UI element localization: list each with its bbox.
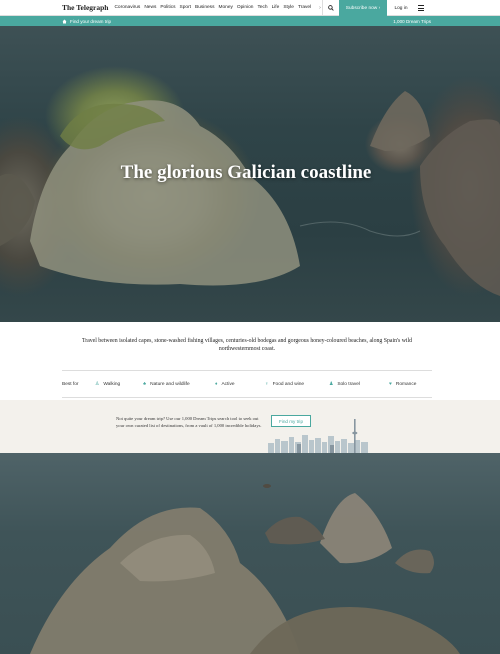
nav-link-tech[interactable]: Tech: [257, 5, 267, 11]
best-for-nature-label: Nature and wildlife: [150, 381, 190, 387]
city-skyline-illustration: [268, 419, 368, 453]
login-button[interactable]: Log in: [391, 0, 411, 16]
divider-top: [62, 370, 432, 371]
hero-image: The glorious Galician coastline: [0, 26, 500, 322]
dream-trips-link[interactable]: 1,000 Dream Trips: [393, 19, 431, 24]
best-for-romance[interactable]: ♥ Romance: [389, 382, 416, 387]
hero-title: The glorious Galician coastline: [120, 162, 372, 183]
solo-icon: ♟: [329, 381, 334, 387]
best-for-nature[interactable]: ♣ Nature and wildlife: [143, 382, 215, 387]
nav-link-money[interactable]: Money: [218, 5, 232, 11]
home-icon: [62, 19, 67, 23]
search-icon: [327, 5, 334, 11]
best-for-row: Best for ♙ Walking ♣ Nature and wildlife…: [62, 377, 432, 391]
nav-links: Coronavirus News Politics Sport Business…: [114, 5, 320, 11]
site-logo[interactable]: The Telegraph: [62, 3, 108, 12]
nav-link-opinion[interactable]: Opinion: [237, 5, 254, 11]
best-for-romance-label: Romance: [395, 381, 417, 387]
walking-icon: ♙: [95, 381, 100, 387]
best-for-walking[interactable]: ♙ Walking: [95, 382, 143, 387]
nav-link-sport[interactable]: Sport: [180, 5, 191, 11]
best-for-active-label: Active: [221, 381, 235, 387]
best-for-food-wine[interactable]: ♆ Food and wine: [265, 382, 329, 387]
nav-link-travel[interactable]: Travel: [298, 5, 311, 11]
nav-link-business[interactable]: Business: [195, 5, 214, 11]
top-navigation: The Telegraph Coronavirus News Politics …: [0, 0, 500, 16]
coastline-photo: [0, 453, 500, 654]
nav-link-coronavirus[interactable]: Coronavirus: [114, 5, 140, 11]
best-for-active[interactable]: ♦ Active: [215, 382, 265, 387]
dream-trip-bar: Find your dream trip 1,000 Dream Trips: [0, 16, 500, 26]
nav-link-life[interactable]: Life: [272, 5, 280, 11]
search-button[interactable]: [322, 0, 338, 16]
food-wine-icon: ♆: [265, 381, 269, 387]
best-for-walking-label: Walking: [103, 381, 121, 387]
divider-bottom: [62, 397, 432, 398]
best-for-solo-label: Solo travel: [337, 381, 360, 387]
active-icon: ♦: [215, 381, 218, 387]
coast-rocks-photo: [30, 484, 460, 654]
promo-text: Not quite your dream trip? Use our 1,000…: [116, 416, 262, 428]
subscribe-button[interactable]: Subscribe now ›: [339, 0, 387, 16]
nav-link-style[interactable]: Style: [283, 5, 294, 11]
best-for-label: Best for: [62, 381, 79, 387]
nature-icon: ♣: [143, 381, 147, 387]
nav-link-politics[interactable]: Politics: [160, 5, 175, 11]
intro-text: Travel between isolated capes, stone-was…: [81, 338, 413, 352]
nav-more-arrow[interactable]: ›: [319, 5, 321, 11]
dream-trip-promo: Not quite your dream trip? Use our 1,000…: [0, 400, 500, 453]
menu-icon[interactable]: [418, 5, 424, 11]
nav-link-news[interactable]: News: [144, 5, 156, 11]
best-for-food-wine-label: Food and wine: [272, 381, 305, 387]
romance-icon: ♥: [389, 381, 392, 387]
dream-trip-home-link[interactable]: Find your dream trip: [62, 19, 111, 24]
dream-trip-home-label: Find your dream trip: [70, 18, 112, 24]
best-for-solo[interactable]: ♟ Solo travel: [329, 382, 389, 387]
